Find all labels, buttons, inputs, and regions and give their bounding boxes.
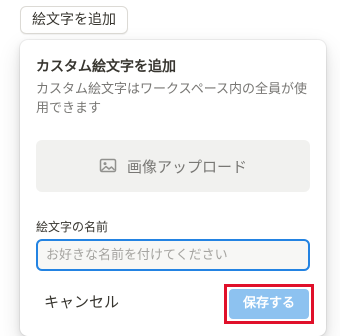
emoji-add-screen: 絵文字を追加 カスタム絵文字を追加 カスタム絵文字はワークスペース内の全員が使用… bbox=[0, 0, 340, 336]
upload-image-button[interactable]: 画像アップロード bbox=[36, 140, 310, 192]
emoji-name-label: 絵文字の名前 bbox=[36, 220, 109, 234]
image-icon bbox=[99, 158, 117, 174]
upload-image-label: 画像アップロード bbox=[126, 157, 247, 176]
emoji-name-input[interactable] bbox=[36, 239, 310, 271]
cancel-button[interactable]: キャンセル bbox=[38, 286, 125, 318]
popover-description: カスタム絵文字はワークスペース内の全員が使用できます bbox=[36, 82, 308, 116]
add-emoji-button[interactable]: 絵文字を追加 bbox=[20, 6, 128, 34]
popover-title: カスタム絵文字を追加 bbox=[36, 59, 176, 75]
add-custom-emoji-popover: カスタム絵文字を追加 カスタム絵文字はワークスペース内の全員が使用できます 画像… bbox=[20, 40, 326, 336]
save-button[interactable]: 保存する bbox=[229, 289, 309, 319]
